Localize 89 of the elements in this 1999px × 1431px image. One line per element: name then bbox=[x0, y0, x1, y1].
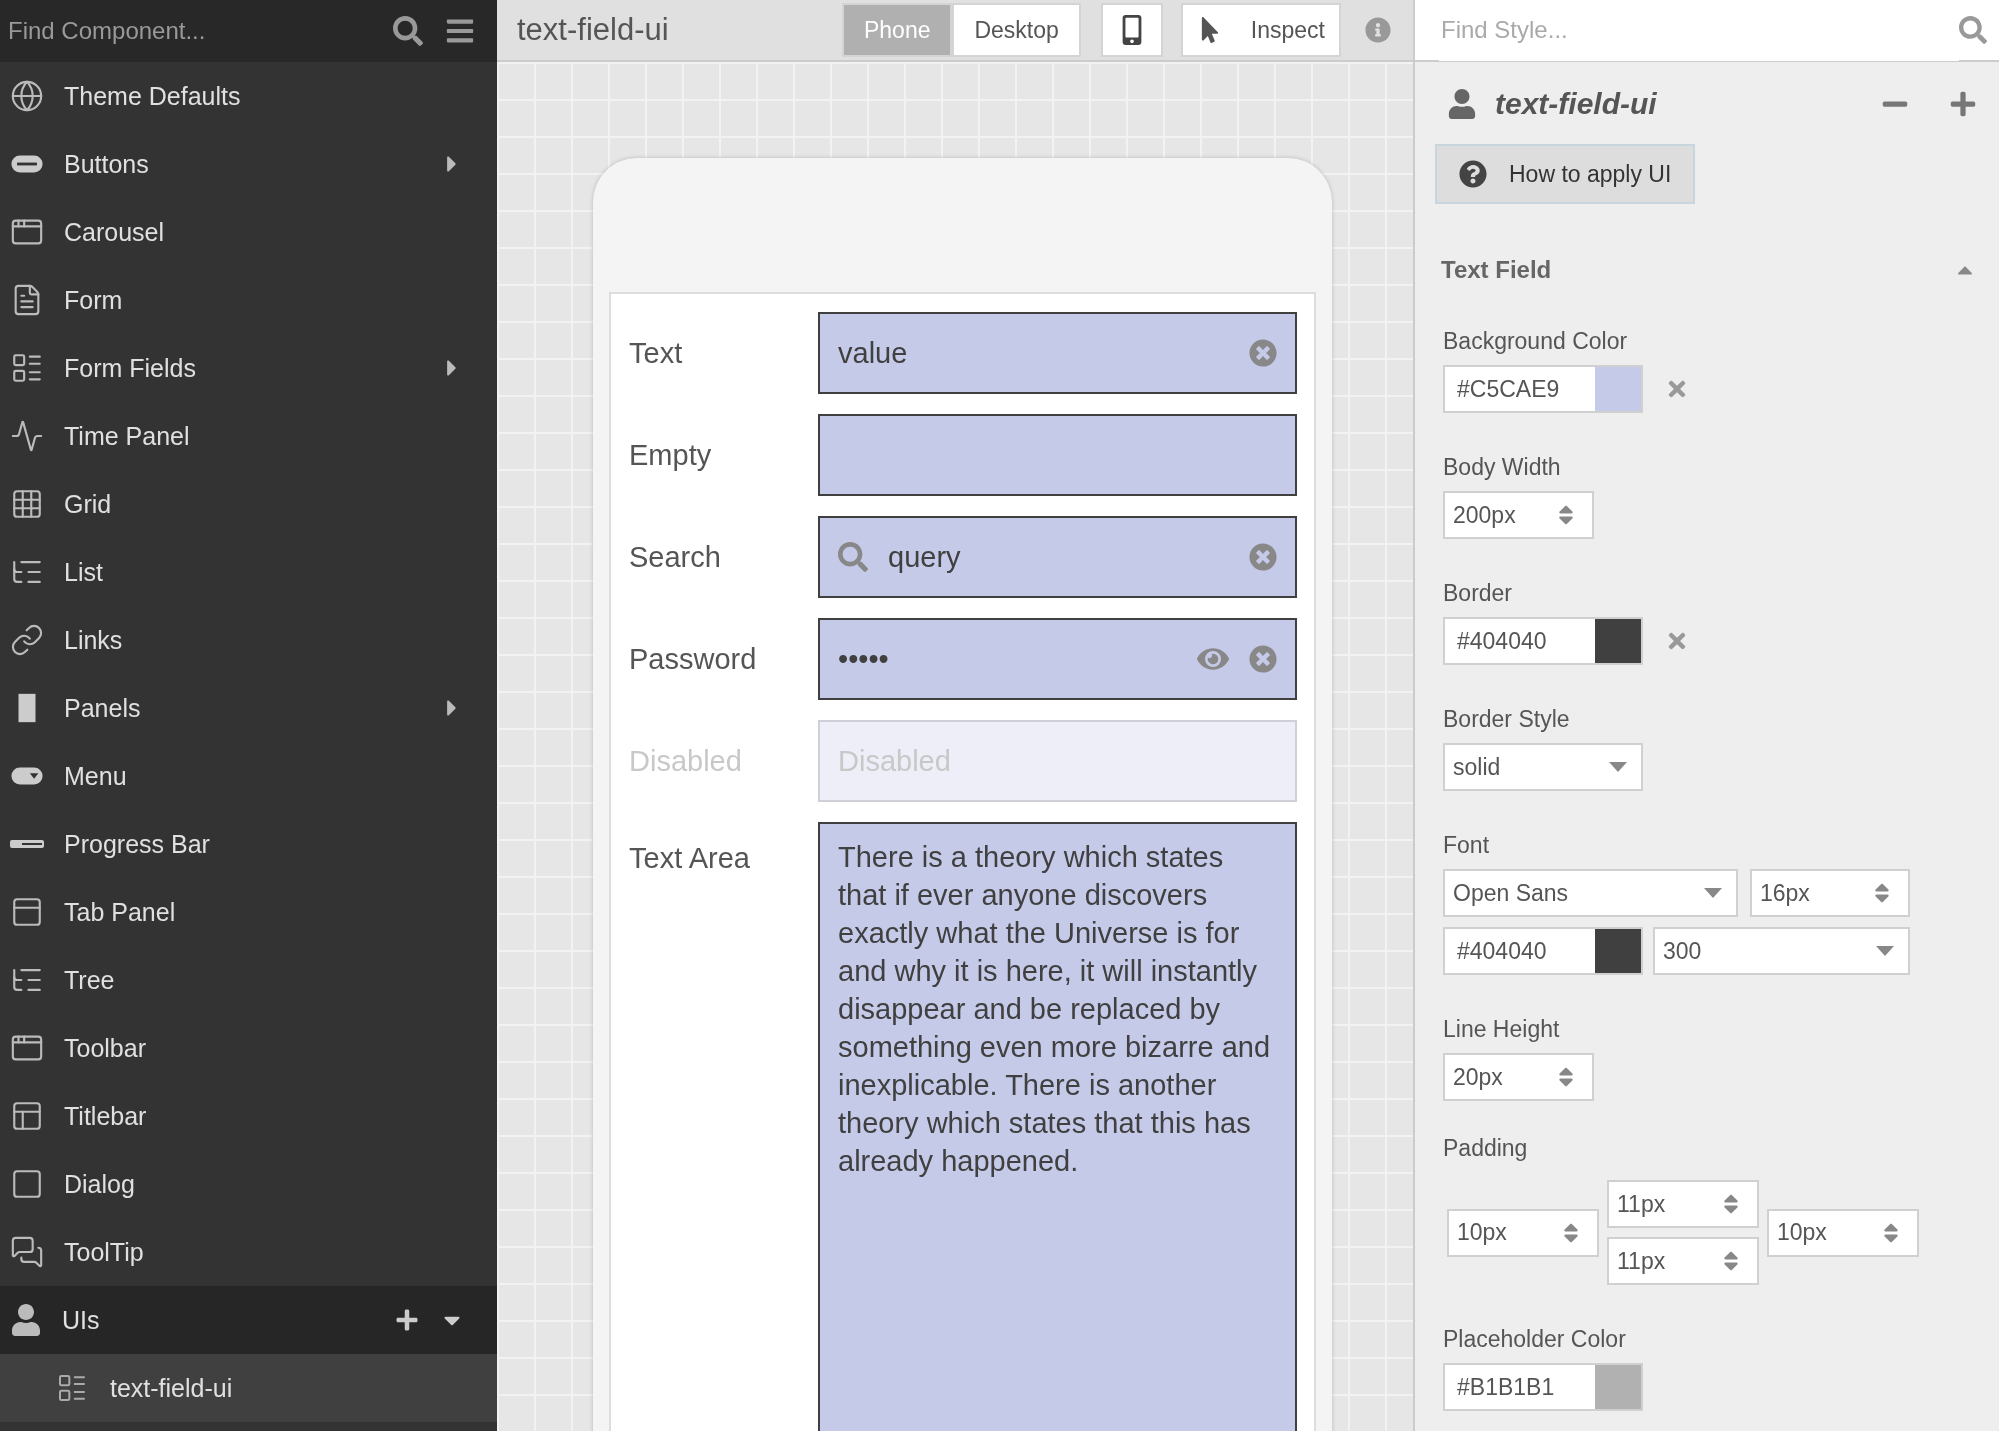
dropdown[interactable]: 300 bbox=[1653, 927, 1910, 975]
text-field[interactable]: value bbox=[818, 312, 1297, 394]
dropdown[interactable]: solid bbox=[1443, 743, 1643, 791]
sidebar-item[interactable]: Buttons bbox=[0, 130, 497, 198]
info-icon[interactable] bbox=[1365, 17, 1391, 43]
sidebar-item[interactable]: Tree bbox=[0, 946, 497, 1014]
search-icon[interactable] bbox=[393, 16, 423, 46]
search-bar[interactable]: Find Component... bbox=[0, 0, 497, 62]
clear-icon[interactable] bbox=[1249, 339, 1277, 367]
list-icon bbox=[56, 1372, 88, 1404]
bar-icon bbox=[10, 840, 44, 848]
sidebar-item[interactable]: Theme Defaults bbox=[0, 62, 497, 130]
property-label: Placeholder Color bbox=[1443, 1326, 1627, 1353]
property-label: Body Width bbox=[1443, 454, 1562, 481]
field-value: query bbox=[888, 540, 962, 574]
color-swatch[interactable] bbox=[1595, 1365, 1641, 1409]
sidebar-section-header[interactable]: UIs bbox=[0, 1286, 497, 1354]
list-icon bbox=[10, 351, 44, 385]
number-spinner[interactable]: 10px bbox=[1767, 1208, 1919, 1257]
property-label: Padding bbox=[1443, 1135, 1529, 1162]
color-swatch[interactable] bbox=[1595, 367, 1641, 411]
field-value: ••••• bbox=[838, 642, 890, 676]
caret-down-icon bbox=[1876, 946, 1894, 956]
sidebar-item[interactable]: Form bbox=[0, 266, 497, 334]
caret-down-icon bbox=[1609, 762, 1627, 772]
inspect-button[interactable]: Inspect bbox=[1180, 3, 1341, 57]
number-spinner[interactable]: 11px bbox=[1607, 1237, 1759, 1285]
sidebar-item[interactable]: Form Fields bbox=[0, 334, 497, 402]
sidebar-item[interactable]: Menu bbox=[0, 742, 497, 810]
section-title: Text Field bbox=[1441, 256, 1552, 284]
plus-icon[interactable] bbox=[395, 1308, 419, 1332]
field-label: Empty bbox=[629, 438, 713, 472]
number-spinner[interactable]: 16px bbox=[1750, 869, 1910, 917]
property-label: Background Color bbox=[1443, 328, 1629, 355]
help-button[interactable]: How to apply UI bbox=[1435, 144, 1696, 204]
page-title: text-field-ui bbox=[517, 12, 669, 48]
number-spinner[interactable]: 10px bbox=[1447, 1208, 1599, 1257]
grid-icon bbox=[10, 487, 44, 521]
text-field[interactable] bbox=[818, 414, 1297, 496]
sidebar-item[interactable]: Grid bbox=[0, 470, 497, 538]
field-label: Text Area bbox=[629, 841, 751, 875]
caret-down-icon bbox=[1704, 888, 1722, 898]
sidebar-item[interactable]: Dialog bbox=[0, 1150, 497, 1218]
user-icon bbox=[10, 1304, 42, 1336]
view-mode-tab[interactable]: Desktop bbox=[952, 3, 1081, 57]
number-spinner[interactable]: 200px bbox=[1443, 491, 1594, 539]
field-label: Password bbox=[629, 642, 758, 676]
color-swatch[interactable] bbox=[1595, 929, 1641, 973]
globe-icon bbox=[10, 79, 44, 113]
link-icon bbox=[10, 623, 44, 657]
sidebar-item[interactable]: Tab Panel bbox=[0, 878, 497, 946]
property-label: Line Height bbox=[1443, 1016, 1561, 1043]
line-chart-icon bbox=[10, 419, 44, 453]
number-spinner[interactable]: 20px bbox=[1443, 1053, 1594, 1101]
sidebar-item[interactable]: List bbox=[0, 538, 497, 606]
sidebar-item[interactable]: Progress Bar bbox=[0, 810, 497, 878]
user-icon bbox=[1447, 89, 1477, 119]
chat-icon bbox=[10, 1235, 44, 1269]
property-label: Border Style bbox=[1443, 706, 1571, 733]
sidebar-item[interactable]: Panels bbox=[0, 674, 497, 742]
sidebar-item[interactable]: Titlebar bbox=[0, 1082, 497, 1150]
number-spinner[interactable]: 11px bbox=[1607, 1180, 1759, 1228]
sidebar-item[interactable]: ToolTip bbox=[0, 1218, 497, 1286]
dropdown[interactable]: Open Sans bbox=[1443, 869, 1738, 917]
sidebar-item[interactable]: Carousel bbox=[0, 198, 497, 266]
search-field[interactable]: query bbox=[818, 516, 1297, 598]
field-label: Text bbox=[629, 336, 684, 370]
sidebar-item[interactable]: Links bbox=[0, 606, 497, 674]
property-label: Border bbox=[1443, 580, 1514, 607]
text-area[interactable] bbox=[818, 822, 1297, 1431]
search-icon[interactable] bbox=[1959, 16, 1987, 44]
field-label: Search bbox=[629, 540, 722, 574]
window-icon bbox=[10, 895, 44, 929]
field-value: value bbox=[838, 336, 909, 370]
property-label: Font bbox=[1443, 832, 1491, 859]
password-field[interactable]: ••••• bbox=[818, 618, 1297, 700]
window-icon bbox=[10, 1099, 44, 1133]
window-icon bbox=[10, 1167, 44, 1201]
rotate-button[interactable] bbox=[1100, 3, 1163, 57]
sidebar-item[interactable]: Toolbar bbox=[0, 1014, 497, 1082]
sidebar-item[interactable]: text-field-ui bbox=[0, 1354, 497, 1422]
sidebar-item[interactable]: Time Panel bbox=[0, 402, 497, 470]
color-swatch[interactable] bbox=[1595, 619, 1641, 663]
text-area-value: There is a theory which states that if ever anyone discovers exactly what the Universe is for and why it is here, it will instantly disappear and be replaced by something even more bizarre and inexplicable. There is another theory which states that this has already happened. bbox=[838, 840, 1271, 1179]
search-icon bbox=[838, 542, 868, 572]
clear-icon[interactable] bbox=[1249, 543, 1277, 571]
clear-icon[interactable] bbox=[1249, 645, 1277, 673]
help-icon bbox=[1459, 160, 1487, 188]
ui-title: text-field-ui bbox=[1495, 87, 1658, 121]
